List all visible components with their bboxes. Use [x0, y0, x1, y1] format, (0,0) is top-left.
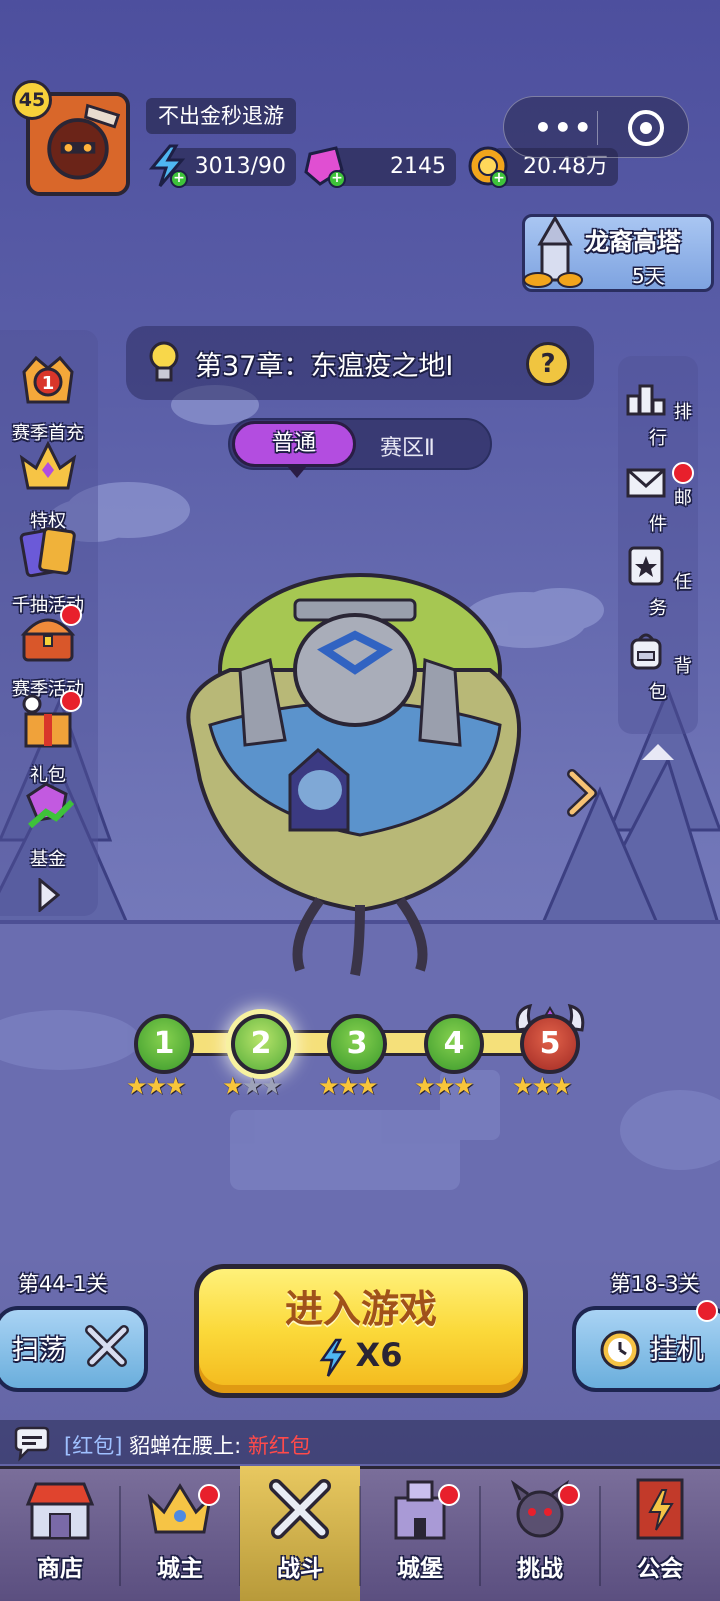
floating-island	[186, 573, 522, 976]
nav-label: 城主	[157, 1556, 203, 1582]
guild-banner-icon	[636, 1478, 684, 1540]
nav-label: 战斗	[277, 1556, 323, 1582]
nav-tab-shop[interactable]: 商店	[0, 1466, 120, 1601]
mode-tab-normal[interactable]: 普通	[232, 421, 356, 478]
thousand-draw-item[interactable]: 千抽活动	[0, 522, 96, 617]
start-game-label: 进入游戏	[284, 1287, 437, 1331]
ranking-item[interactable]: 排行	[618, 374, 698, 450]
next-chapter-arrow-icon[interactable]	[564, 768, 600, 818]
nav-tab-challenge[interactable]: 挑战	[480, 1466, 600, 1601]
stage-node-1[interactable]: 1	[134, 1014, 194, 1074]
backpack-item[interactable]: 背包	[618, 628, 698, 704]
start-energy-cost: X6	[355, 1336, 403, 1374]
nav-label: 公会	[637, 1556, 683, 1582]
card-deck-icon	[19, 527, 76, 578]
lightbulb-hint-icon[interactable]	[146, 340, 182, 388]
nav-tab-battle[interactable]: 战斗	[240, 1466, 360, 1601]
backpack-icon	[630, 633, 662, 670]
stage-4-stars: ★★★	[414, 1072, 474, 1100]
add-gem-button[interactable]: +	[328, 170, 346, 188]
tower-event-days: 5天	[632, 264, 665, 288]
chat-message: [红包] 貂蝉在腰上: 新红包	[64, 1430, 311, 1460]
nav-label: 挑战	[517, 1556, 563, 1582]
notification-dot	[438, 1484, 460, 1506]
mail-envelope-icon	[626, 468, 666, 498]
notification-dot	[672, 462, 694, 484]
tower-event-title: 龙裔高塔	[585, 228, 681, 256]
notification-dot	[198, 1484, 220, 1506]
nav-tab-guild[interactable]: 公会	[600, 1466, 720, 1601]
idle-button-label: 挂机	[650, 1335, 704, 1366]
chat-bubble-icon[interactable]	[12, 1426, 52, 1462]
add-energy-button[interactable]: +	[170, 170, 188, 188]
stage-node-3[interactable]: 3	[327, 1014, 387, 1074]
more-menu-button[interactable]: •••	[534, 114, 594, 142]
close-program-icon[interactable]	[628, 110, 664, 146]
quest-scroll-icon	[628, 546, 664, 586]
left-menu-label: 基金	[30, 849, 66, 870]
chat-sender: 貂蝉在腰上:	[129, 1434, 242, 1458]
gem-fund-icon	[26, 782, 75, 829]
stage-1-stars: ★★★	[126, 1072, 186, 1100]
nav-tab-castle[interactable]: 城堡	[360, 1466, 480, 1601]
notification-dot	[60, 690, 82, 712]
nav-label: 城堡	[397, 1556, 443, 1582]
fund-item[interactable]: 基金	[0, 776, 96, 871]
chat-red-packet-link[interactable]: 新红包	[248, 1434, 311, 1458]
player-level-badge: 45	[12, 80, 52, 120]
quest-item[interactable]: 任务	[618, 544, 698, 620]
season-rank-number: 1	[42, 373, 55, 394]
season-first-recharge-item[interactable]: 1 赛季首充	[0, 350, 96, 445]
player-nickname: 不出金秒退游	[146, 98, 296, 134]
stage-node-4[interactable]: 4	[424, 1014, 484, 1074]
chapter-help-button[interactable]: ?	[526, 342, 570, 386]
stage-3-stars: ★★★	[318, 1072, 378, 1100]
alarm-clock-icon	[600, 1330, 640, 1370]
notification-dot	[558, 1484, 580, 1506]
ranking-podium-icon	[626, 384, 666, 416]
miniprogram-capsule: •••	[503, 96, 689, 158]
gift-pack-item[interactable]: 礼包	[0, 692, 96, 787]
stage-5-stars: ★★★	[512, 1072, 572, 1100]
idle-stage-label: 第18-3关	[610, 1272, 700, 1296]
nav-tab-lord[interactable]: 城主	[120, 1466, 240, 1601]
collapse-right-menu-arrow-icon[interactable]	[640, 740, 676, 762]
stage-node-5-boss[interactable]: 5	[520, 1014, 580, 1074]
nav-label: 商店	[37, 1556, 83, 1582]
gem-counter: 2145	[330, 148, 456, 186]
chat-tag: [红包]	[64, 1434, 123, 1458]
tower-castle-icon	[523, 214, 583, 288]
notification-dot	[696, 1300, 718, 1322]
sweep-stage-label: 第44-1关	[18, 1272, 108, 1296]
season-event-item[interactable]: 赛季活动	[0, 606, 96, 701]
battle-swords-icon	[269, 1479, 331, 1539]
add-gold-button[interactable]: +	[490, 170, 508, 188]
expand-left-menu-arrow-icon[interactable]	[36, 878, 60, 912]
notification-dot	[60, 604, 82, 626]
privilege-item[interactable]: 特权	[0, 438, 96, 533]
stage-node-2[interactable]: 2	[231, 1014, 291, 1074]
gold-crown-icon	[19, 440, 77, 490]
stage-2-stars: ★★★	[222, 1072, 282, 1100]
shop-stall-icon	[25, 1482, 95, 1540]
sweep-button-label: 扫荡	[12, 1335, 66, 1366]
crossed-swords-icon	[85, 1325, 129, 1367]
mode-tab-region[interactable]: 赛区Ⅱ	[380, 430, 435, 462]
chapter-title: 第37章：东瘟疫之地Ⅰ	[195, 351, 454, 382]
season-crown-icon: 1	[22, 355, 74, 404]
